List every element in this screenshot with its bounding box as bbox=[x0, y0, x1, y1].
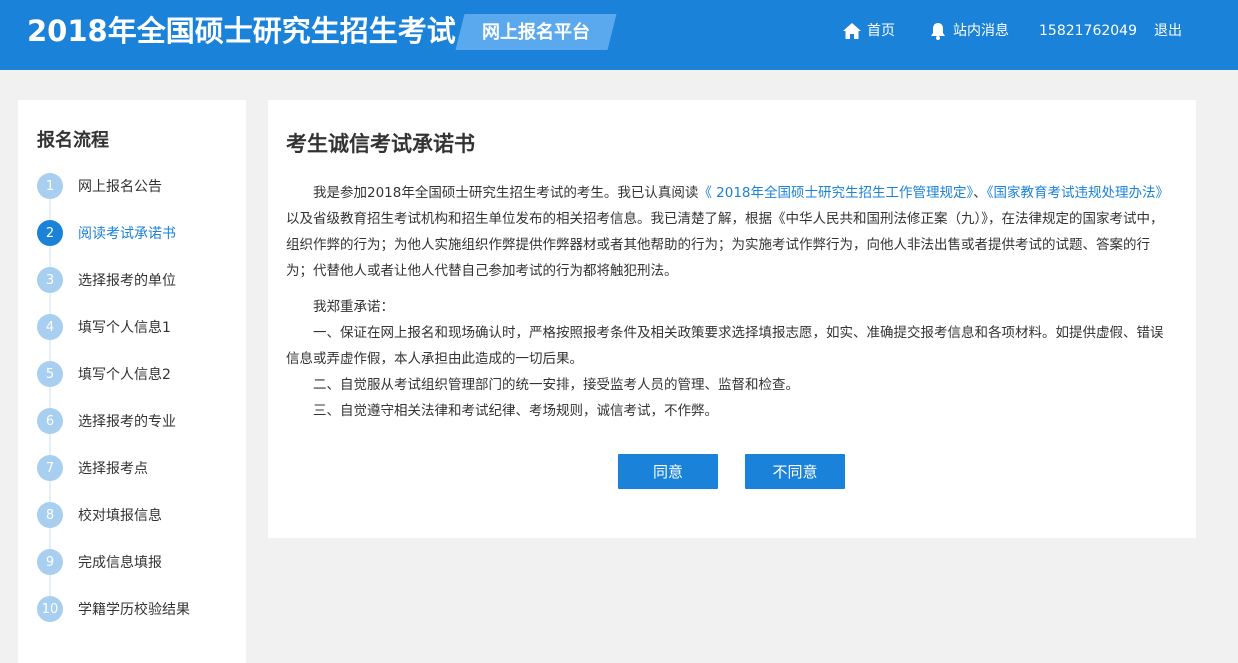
step-5[interactable]: 5 填写个人信息2 bbox=[37, 360, 237, 388]
sidebar-title: 报名流程 bbox=[37, 130, 109, 151]
nav-home-link[interactable]: 首页 bbox=[842, 18, 895, 44]
sidebar: 报名流程 1 网上报名公告 2 阅读考试承诺书 3 选择报考的单位 4 填写个人… bbox=[18, 100, 246, 663]
intro-text: 我是参加2018年全国硕士研究生招生考试的考生。我已认真阅读 bbox=[313, 185, 699, 201]
page-title: 考生诚信考试承诺书 bbox=[286, 132, 475, 156]
step-label: 学籍学历校验结果 bbox=[78, 602, 190, 618]
violation-rules-link[interactable]: 《国家教育考试违规处理办法》 bbox=[987, 185, 1169, 201]
site-title: 2018年全国硕士研究生招生考试 bbox=[27, 14, 456, 48]
step-connector-line bbox=[49, 186, 51, 608]
step-label: 完成信息填报 bbox=[78, 555, 162, 571]
main-panel: 考生诚信考试承诺书 我是参加2018年全国硕士研究生招生考试的考生。我已认真阅读… bbox=[268, 100, 1196, 538]
step-number: 2 bbox=[37, 220, 63, 246]
user-phone: 15821762049 bbox=[1039, 18, 1137, 44]
step-number: 10 bbox=[37, 596, 63, 622]
home-icon bbox=[843, 23, 861, 39]
pledge-heading: 我郑重承诺： bbox=[313, 299, 394, 315]
step-2[interactable]: 2 阅读考试承诺书 bbox=[37, 219, 237, 247]
step-8[interactable]: 8 校对填报信息 bbox=[37, 501, 237, 529]
step-10[interactable]: 10 学籍学历校验结果 bbox=[37, 595, 237, 623]
pledge-item: 三、自觉遵守相关法律和考试纪律、考场规则，诚信考试，不作弊。 bbox=[313, 403, 718, 419]
step-label: 校对填报信息 bbox=[78, 508, 162, 524]
step-number: 7 bbox=[37, 455, 63, 481]
step-number: 9 bbox=[37, 549, 63, 575]
step-label: 阅读考试承诺书 bbox=[78, 226, 176, 242]
step-6[interactable]: 6 选择报考的专业 bbox=[37, 407, 237, 435]
platform-label: 网上报名平台 bbox=[482, 22, 590, 43]
step-7[interactable]: 7 选择报考点 bbox=[37, 454, 237, 482]
agree-button[interactable]: 同意 bbox=[618, 454, 718, 489]
pledge-item: 二、自觉服从考试组织管理部门的统一安排，接受监考人员的管理、监督和检查。 bbox=[313, 377, 799, 393]
step-label: 选择报考的专业 bbox=[78, 414, 176, 430]
nav-messages-label: 站内消息 bbox=[953, 23, 1009, 39]
logout-link[interactable]: 退出 bbox=[1154, 18, 1182, 44]
step-number: 8 bbox=[37, 502, 63, 528]
regulation-link[interactable]: 《 2018年全国硕士研究生招生工作管理规定》 bbox=[698, 185, 973, 201]
step-4[interactable]: 4 填写个人信息1 bbox=[37, 313, 237, 341]
user-phone-text: 15821762049 bbox=[1039, 23, 1137, 39]
step-number: 6 bbox=[37, 408, 63, 434]
step-label: 选择报考的单位 bbox=[78, 273, 176, 289]
pledge-item: 一、保证在网上报名和现场确认时，严格按照报考条件及相关政策要求选择填报志愿，如实… bbox=[286, 325, 1164, 367]
step-label: 填写个人信息1 bbox=[78, 320, 171, 336]
step-number: 1 bbox=[37, 173, 63, 199]
step-number: 5 bbox=[37, 361, 63, 387]
step-3[interactable]: 3 选择报考的单位 bbox=[37, 266, 237, 294]
nav-messages-link[interactable]: 站内消息 bbox=[928, 18, 1009, 44]
step-9[interactable]: 9 完成信息填报 bbox=[37, 548, 237, 576]
step-label: 网上报名公告 bbox=[78, 179, 162, 195]
nav-home-label: 首页 bbox=[867, 23, 895, 39]
bell-icon bbox=[931, 23, 945, 40]
step-1[interactable]: 1 网上报名公告 bbox=[37, 172, 237, 200]
step-label: 填写个人信息2 bbox=[78, 367, 171, 383]
intro-text-continued: 以及省级教育招生考试机构和招生单位发布的相关招考信息。我已清楚了解，根据《中华人… bbox=[286, 211, 1164, 279]
step-label: 选择报考点 bbox=[78, 461, 148, 477]
disagree-button[interactable]: 不同意 bbox=[745, 454, 845, 489]
logout-label: 退出 bbox=[1154, 23, 1182, 39]
step-number: 4 bbox=[37, 314, 63, 340]
top-header: 2018年全国硕士研究生招生考试 网上报名平台 首页 站内消息 15821762… bbox=[0, 0, 1238, 70]
intro-paragraph: 我是参加2018年全国硕士研究生招生考试的考生。我已认真阅读《 2018年全国硕… bbox=[286, 180, 1172, 284]
pledge-content: 我是参加2018年全国硕士研究生招生考试的考生。我已认真阅读《 2018年全国硕… bbox=[286, 180, 1172, 424]
step-number: 3 bbox=[37, 267, 63, 293]
link-separator: 、 bbox=[973, 185, 987, 201]
